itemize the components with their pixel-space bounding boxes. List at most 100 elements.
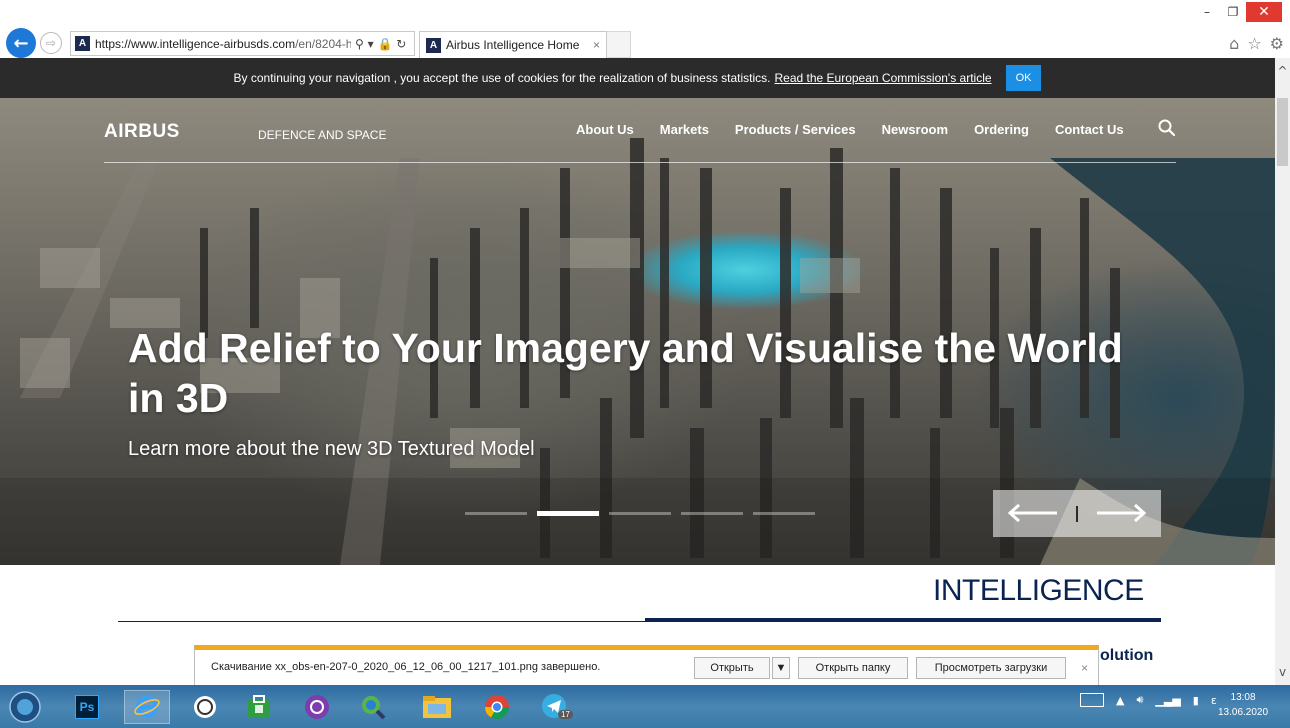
nav-markets[interactable]: Markets (660, 122, 709, 137)
forward-arrow-icon: ⇨ (45, 36, 57, 50)
scroll-down-icon[interactable]: v (1275, 665, 1290, 679)
url-domain: intelligence-airbusds.com (159, 36, 296, 51)
cookie-ok-button[interactable]: OK (1005, 65, 1042, 91)
cookie-article-link[interactable]: Read the European Commission's article (775, 71, 992, 85)
start-button[interactable] (8, 690, 42, 724)
circle-app-icon (194, 696, 216, 718)
clock[interactable]: 13:08 13.06.2020 (1218, 690, 1268, 720)
download-notification: Скачивание xx_obs-en-207-0_2020_06_12_06… (194, 645, 1099, 686)
hero-carousel: AIRBUS DEFENCE AND SPACE About Us Market… (0, 98, 1275, 565)
tab-airbus-home[interactable]: A Airbus Intelligence Home × (419, 31, 607, 58)
download-open-dropdown-icon[interactable]: ▼ (772, 657, 790, 679)
download-message: Скачивание xx_obs-en-207-0_2020_06_12_06… (211, 661, 601, 673)
carousel-indicator[interactable] (609, 512, 671, 515)
search-icon[interactable] (1157, 118, 1177, 138)
download-open-button[interactable]: Открыть (694, 657, 770, 679)
carousel-indicator[interactable] (537, 511, 599, 516)
windows-taskbar: Ps 17 ▲ 🔊︎ ▁▃▅ ▮ ε 13:08 13.06.2020 (0, 685, 1290, 728)
cookie-banner: By continuing your navigation , you acce… (0, 58, 1275, 98)
browser-toolbar-icons: ⌂ ☆ ⚙ (1229, 34, 1284, 53)
nav-products-services[interactable]: Products / Services (735, 122, 856, 137)
address-bar-icons[interactable]: ⚲ ▾ 🔒 ↻ (355, 37, 406, 51)
hero-title: Add Relief to Your Imagery and Visualise… (128, 325, 1123, 421)
view-downloads-button[interactable]: Просмотреть загрузки (916, 657, 1066, 679)
back-button[interactable]: ← (6, 28, 36, 58)
photoshop-taskbar-item[interactable]: Ps (70, 690, 104, 724)
heading-rule-thin (118, 621, 645, 622)
url-path: /en/8204-hc (295, 36, 351, 51)
address-bar[interactable]: A https://www.intelligence-airbusds.com/… (70, 31, 415, 56)
signal-icon[interactable]: ▁▃▅ (1155, 694, 1180, 707)
battery-icon[interactable]: ▮ (1193, 694, 1199, 707)
nav-divider (104, 162, 1176, 163)
tab-close-icon[interactable]: × (593, 38, 600, 52)
section-partial-text: olution (1100, 647, 1154, 664)
photoshop-icon: Ps (75, 695, 99, 719)
nav-newsroom[interactable]: Newsroom (882, 122, 948, 137)
heading-rule-thick (645, 618, 1161, 622)
favorites-star-icon[interactable]: ☆ (1247, 34, 1261, 53)
minimize-button[interactable]: – (1194, 2, 1220, 22)
forward-button[interactable]: ⇨ (40, 32, 62, 54)
close-window-button[interactable]: ✕ (1246, 2, 1282, 22)
file-explorer-taskbar-item[interactable] (420, 690, 454, 724)
url-text[interactable]: https://www.intelligence-airbusds.com/en… (95, 37, 351, 51)
scroll-up-icon[interactable]: ^ (1275, 64, 1290, 78)
back-arrow-icon: ← (13, 32, 29, 54)
tray-expand-icon[interactable]: ▲ (1116, 694, 1124, 707)
store-bag-icon (248, 695, 270, 718)
restore-button[interactable]: ❐ (1220, 2, 1246, 22)
chrome-icon (485, 695, 509, 720)
windows-start-icon (9, 691, 41, 723)
keyboard-icon[interactable] (1080, 693, 1104, 707)
magnifier-app-icon (362, 696, 386, 720)
page-viewport: By continuing your navigation , you acce… (0, 58, 1275, 685)
tab-title: Airbus Intelligence Home (446, 38, 580, 52)
internet-explorer-taskbar-item[interactable] (124, 690, 170, 724)
chrome-taskbar-item[interactable] (480, 690, 514, 724)
defence-space-label: DEFENCE AND SPACE (258, 128, 387, 142)
next-slide-arrow-icon[interactable] (1095, 500, 1149, 526)
viber-taskbar-item[interactable] (300, 690, 334, 724)
home-icon[interactable]: ⌂ (1229, 34, 1239, 53)
browser-chrome: – ❐ ✕ ← ⇨ A https://www.intelligence-air… (0, 0, 1290, 58)
download-open-folder-button[interactable]: Открыть папку (798, 657, 908, 679)
carousel-indicator[interactable] (465, 512, 527, 515)
telegram-badge: 17 (558, 710, 573, 719)
volume-icon[interactable]: 🔊︎ (1136, 693, 1143, 707)
app-taskbar-item-circle[interactable] (188, 690, 222, 724)
carousel-indicator[interactable] (753, 512, 815, 515)
search-app-taskbar-item[interactable] (356, 690, 390, 724)
store-taskbar-item[interactable] (242, 690, 276, 724)
window-controls: – ❐ ✕ (1194, 2, 1282, 22)
prev-slide-arrow-icon[interactable] (1005, 500, 1059, 526)
url-host: https://www. (95, 36, 160, 51)
scroll-thumb[interactable] (1277, 98, 1288, 166)
download-close-icon[interactable]: × (1081, 661, 1088, 675)
clock-date: 13.06.2020 (1218, 707, 1269, 718)
carousel-indicators (465, 511, 815, 516)
airbus-logo[interactable]: AIRBUS (104, 121, 180, 143)
new-tab-button[interactable] (607, 31, 631, 58)
clock-time: 13:08 (1230, 692, 1256, 703)
hero-subtitle-link[interactable]: Learn more about the new 3D Textured Mod… (128, 438, 535, 461)
carousel-indicator[interactable] (681, 512, 743, 515)
arrow-separator (1076, 506, 1078, 522)
main-navigation: AIRBUS DEFENCE AND SPACE About Us Market… (0, 98, 1275, 164)
screen: – ❐ ✕ ← ⇨ A https://www.intelligence-air… (0, 0, 1290, 728)
section-heading: INTELLIGENCE (933, 574, 1144, 607)
language-indicator[interactable]: ε (1211, 694, 1217, 707)
cookie-text: By continuing your navigation , you acce… (233, 71, 771, 85)
nav-about-us[interactable]: About Us (576, 122, 634, 137)
telegram-taskbar-item[interactable]: 17 (538, 690, 573, 724)
settings-gear-icon[interactable]: ⚙ (1270, 34, 1284, 53)
page-scrollbar[interactable]: ^ v (1275, 58, 1290, 685)
viber-icon (305, 695, 329, 719)
internet-explorer-icon (134, 696, 160, 718)
nav-ordering[interactable]: Ordering (974, 122, 1029, 137)
site-favicon-icon: A (75, 36, 90, 51)
tab-favicon-icon: A (426, 37, 441, 53)
nav-contact-us[interactable]: Contact Us (1055, 122, 1124, 137)
system-tray: ▲ 🔊︎ ▁▃▅ ▮ ε (1080, 693, 1217, 707)
folder-icon (423, 696, 451, 718)
